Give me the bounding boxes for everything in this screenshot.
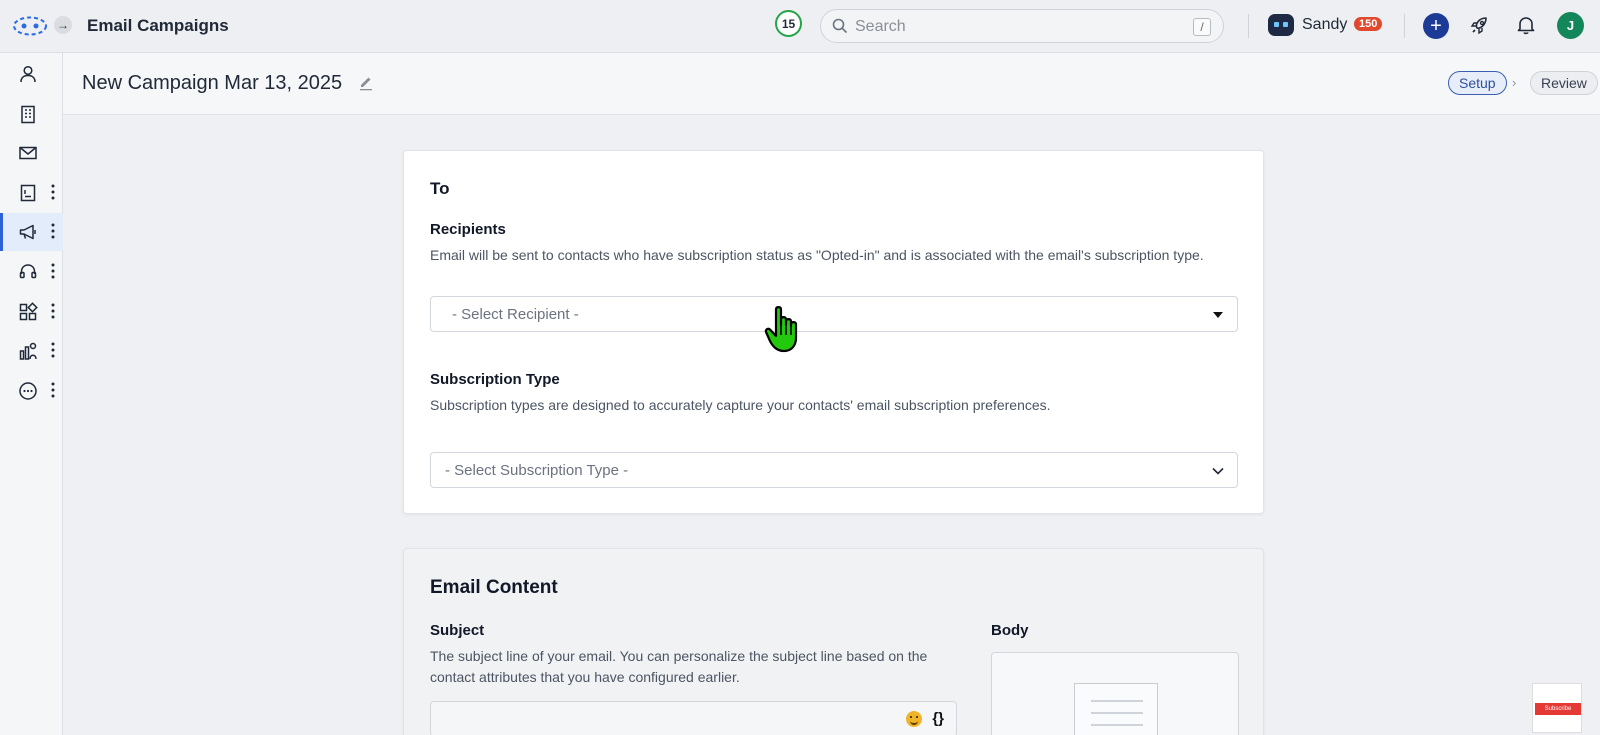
more-icon [19,382,37,400]
rocket-icon[interactable] [1469,14,1491,36]
more-options-icon[interactable] [51,223,55,239]
more-options-icon[interactable] [51,342,55,358]
subscribe-watermark[interactable]: Subscribe [1532,683,1582,733]
search-input[interactable]: Search / [820,9,1224,43]
email-content-title: Email Content [430,577,558,598]
subject-description: The subject line of your email. You can … [430,648,928,685]
rail-item-companies[interactable] [0,95,63,133]
placeholder-braces-icon[interactable]: {} [932,710,944,727]
header-divider [1248,14,1249,38]
more-options-icon[interactable] [51,382,55,398]
analytics-icon [19,342,37,360]
header-divider [1404,14,1405,38]
rail-item-contacts[interactable] [0,55,63,93]
rail-item-apps[interactable] [0,293,63,331]
email-content-card: Email Content Subject The subject line o… [403,548,1264,735]
subject-input[interactable]: {} [430,701,957,735]
rail-item-mail[interactable] [0,134,63,172]
chevron-down-icon [1212,467,1224,475]
document-icon [1074,683,1158,735]
subscription-type-placeholder: - Select Subscription Type - [445,462,629,479]
companies-icon [21,105,35,124]
add-new-button[interactable]: + [1423,13,1449,39]
search-shortcut-key: / [1193,18,1211,36]
notification-count-badge[interactable]: 15 [775,10,802,37]
campaign-header: New Campaign Mar 13, 2025 Setup › Review [63,53,1600,115]
more-options-icon[interactable] [51,263,55,279]
rail-item-analytics[interactable] [0,332,63,370]
rail-item-support[interactable] [0,253,63,291]
to-card: To Recipients Email will be sent to cont… [403,150,1264,514]
body-preview[interactable] [991,652,1239,735]
user-name[interactable]: Sandy [1302,16,1347,34]
contacts-icon [20,65,36,83]
search-placeholder: Search [855,18,906,35]
subscribe-label: Subscribe [1535,703,1581,715]
headset-icon [19,264,37,279]
subscription-type-label: Subscription Type [430,371,560,388]
more-options-icon[interactable] [51,184,55,200]
subscription-type-description: Subscription types are designed to accur… [430,397,1051,413]
to-section-title: To [430,179,450,198]
left-rail [0,53,63,735]
hand-cursor-icon [764,306,798,353]
subject-label: Subject [430,622,485,639]
apps-icon [19,302,38,321]
caret-down-icon [1213,312,1223,318]
bell-icon[interactable] [1515,14,1537,36]
freshworks-logo-icon[interactable] [12,15,48,37]
expand-sidebar-icon[interactable]: → [54,16,72,34]
search-icon [832,18,848,34]
notebook-icon [20,184,36,202]
app-title: Email Campaigns [87,16,229,35]
campaign-title: New Campaign Mar 13, 2025 [82,72,343,94]
avatar[interactable]: J [1557,12,1584,39]
freddy-bot-icon[interactable] [1268,14,1294,36]
top-bar: → Email Campaigns 15 Search / Sandy 150 … [0,0,1600,53]
recipient-placeholder: - Select Recipient - [452,306,579,323]
rail-item-campaigns[interactable] [0,213,63,251]
rail-item-more[interactable] [0,372,63,410]
rail-item-notebook[interactable] [0,174,63,212]
megaphone-icon [19,224,36,240]
step-review[interactable]: Review [1530,71,1598,95]
emoji-icon[interactable] [906,711,922,727]
subscription-type-select[interactable]: - Select Subscription Type - [430,452,1238,488]
body-label: Body [991,622,1029,639]
chevron-right-icon: › [1512,75,1517,90]
edit-pencil-icon[interactable] [358,75,374,91]
credit-badge: 150 [1354,17,1383,31]
recipient-select[interactable]: - Select Recipient - [430,296,1238,332]
more-options-icon[interactable] [51,303,55,319]
mail-icon [19,146,37,160]
step-setup[interactable]: Setup [1448,71,1507,95]
recipients-label: Recipients [430,221,506,238]
recipients-description: Email will be sent to contacts who have … [430,247,1204,263]
